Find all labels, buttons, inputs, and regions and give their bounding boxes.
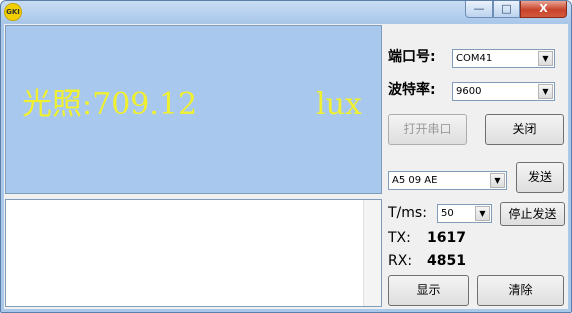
- baud-select[interactable]: 9600 ▼: [452, 82, 555, 101]
- receive-textarea[interactable]: [5, 199, 382, 307]
- interval-value: 50: [441, 208, 454, 219]
- stop-send-button[interactable]: 停止发送: [500, 202, 565, 226]
- light-label: 光照:: [22, 87, 93, 122]
- tx-count: 1617: [427, 230, 466, 246]
- clear-button[interactable]: 清除: [477, 275, 564, 306]
- port-value: COM41: [456, 53, 493, 64]
- close-window-button[interactable]: X: [520, 1, 567, 18]
- chevron-down-icon[interactable]: ▼: [490, 173, 505, 188]
- baud-value: 9600: [456, 86, 482, 97]
- tx-label: TX:: [388, 230, 411, 246]
- light-value: 709.12: [92, 87, 198, 122]
- close-port-button[interactable]: 关闭: [485, 114, 564, 145]
- show-button[interactable]: 显示: [388, 275, 469, 306]
- send-data-value: A5 09 AE: [392, 175, 438, 186]
- open-port-button[interactable]: 打开串口: [388, 114, 467, 145]
- interval-select[interactable]: 50 ▼: [437, 204, 492, 223]
- interval-label: T/ms:: [388, 205, 427, 221]
- port-label: 端口号:: [388, 49, 436, 65]
- baud-label: 波特率:: [388, 82, 436, 98]
- chevron-down-icon[interactable]: ▼: [475, 206, 490, 221]
- light-display-panel: 光照:709.12 lux: [5, 25, 382, 194]
- minimize-button[interactable]: —: [465, 1, 493, 18]
- app-window: GKI — □ X 光照:709.12 lux 端口号: COM41 ▼ 波特率…: [0, 0, 572, 313]
- title-bar[interactable]: GKI — □ X: [1, 1, 571, 23]
- vertical-scrollbar[interactable]: [363, 200, 381, 306]
- rx-label: RX:: [388, 253, 413, 269]
- light-reading: 光照:709.12 lux: [22, 87, 362, 122]
- rx-count: 4851: [427, 253, 466, 269]
- port-select[interactable]: COM41 ▼: [452, 49, 555, 68]
- chevron-down-icon[interactable]: ▼: [538, 84, 553, 99]
- chevron-down-icon[interactable]: ▼: [538, 51, 553, 66]
- maximize-button[interactable]: □: [493, 1, 520, 18]
- app-icon: GKI: [4, 3, 22, 21]
- send-data-select[interactable]: A5 09 AE ▼: [388, 171, 507, 190]
- send-button[interactable]: 发送: [516, 162, 564, 193]
- client-area: 光照:709.12 lux 端口号: COM41 ▼ 波特率: 9600 ▼ 打…: [4, 24, 568, 309]
- light-unit: lux: [316, 87, 362, 122]
